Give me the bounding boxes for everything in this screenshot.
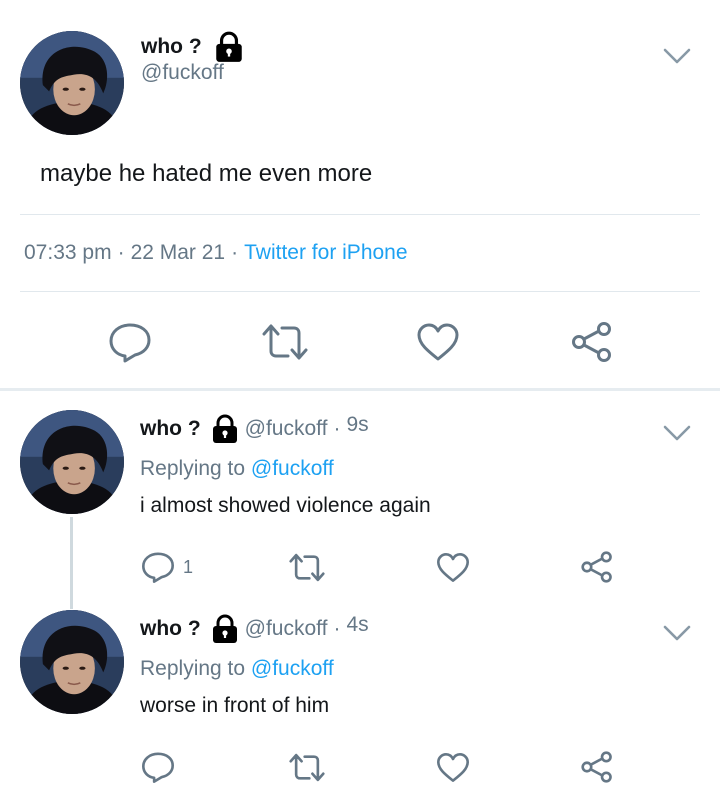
tweet-text: worse in front of him [140, 694, 330, 717]
replying-to-label: Replying to [140, 657, 246, 680]
lock-icon [209, 413, 241, 445]
mention-link[interactable]: @fuckoff [251, 657, 334, 680]
reply-button[interactable]: 1 [141, 550, 193, 584]
reply-header: who ? @fuckoff · 9s [140, 413, 369, 445]
reply-icon [142, 752, 174, 783]
author-handle[interactable]: @fuckoff [141, 61, 224, 85]
share-button[interactable] [580, 550, 614, 584]
reply-button[interactable] [141, 750, 175, 784]
avatar[interactable] [20, 31, 124, 135]
lock-icon [209, 613, 241, 645]
retweet-button[interactable] [289, 752, 325, 783]
meta-separator: · [333, 417, 341, 440]
retweet-icon [289, 553, 325, 582]
share-icon [572, 322, 611, 362]
tweet-meta: 07:33 pm · 22 Mar 21 · Twitter for iPhone [24, 241, 408, 265]
like-icon [417, 323, 459, 361]
chevron-down-icon[interactable] [662, 423, 692, 443]
mention-link[interactable]: @fuckoff [251, 457, 334, 480]
divider [20, 214, 700, 215]
tweet-time[interactable]: 9s [346, 413, 368, 437]
reply-icon [109, 323, 151, 363]
share-icon [581, 751, 612, 783]
reply-header: who ? @fuckoff · 4s [140, 613, 369, 645]
like-button[interactable] [436, 752, 470, 783]
replying-to: Replying to @fuckoff [140, 657, 334, 681]
share-button[interactable] [580, 750, 614, 784]
meta-separator: · [117, 241, 125, 264]
share-button[interactable] [570, 320, 614, 364]
retweet-button[interactable] [289, 552, 325, 583]
like-icon [437, 553, 469, 582]
reply-tweet[interactable]: who ? @fuckoff · 4s Replying to @fuckoff… [0, 600, 720, 800]
author-name-row: who ? [141, 30, 246, 64]
meta-separator: · [333, 617, 341, 640]
like-button[interactable] [436, 552, 470, 583]
tweet-source[interactable]: Twitter for iPhone [244, 241, 407, 264]
retweet-button[interactable] [262, 322, 308, 362]
author-handle[interactable]: @fuckoff [245, 617, 328, 641]
author-name[interactable]: who ? [140, 617, 201, 641]
reply-icon [142, 552, 174, 583]
meta-separator: · [231, 241, 239, 264]
tweet-time[interactable]: 07:33 pm [24, 241, 112, 264]
tweet-time[interactable]: 4s [346, 613, 368, 637]
tweet-text: i almost showed violence again [140, 494, 431, 517]
lock-icon [212, 30, 246, 64]
share-icon [581, 551, 612, 583]
reply-count: 1 [183, 556, 194, 577]
avatar[interactable] [20, 410, 124, 514]
tweet-date[interactable]: 22 Mar 21 [131, 241, 226, 264]
replying-to-label: Replying to [140, 457, 246, 480]
reply-tweet[interactable]: who ? @fuckoff · 9s Replying to @fuckoff… [0, 400, 720, 600]
author-name[interactable]: who ? [140, 417, 201, 441]
chevron-down-icon[interactable] [662, 46, 692, 66]
author-name[interactable]: who ? [141, 35, 202, 59]
replying-to: Replying to @fuckoff [140, 457, 334, 481]
author-handle[interactable]: @fuckoff [245, 417, 328, 441]
divider [20, 291, 700, 292]
chevron-down-icon[interactable] [662, 623, 692, 643]
avatar[interactable] [20, 610, 124, 714]
reply-button[interactable] [108, 320, 152, 364]
like-button[interactable] [416, 322, 460, 362]
retweet-icon [289, 753, 325, 782]
section-divider [0, 388, 720, 391]
tweet-text: maybe he hated me even more [40, 160, 373, 187]
retweet-icon [262, 324, 308, 360]
tweet-thread-screen: who ? @fuckoff maybe he hated me even mo… [0, 0, 720, 801]
like-icon [437, 753, 469, 782]
main-tweet: who ? @fuckoff maybe he hated me even mo… [0, 0, 720, 390]
